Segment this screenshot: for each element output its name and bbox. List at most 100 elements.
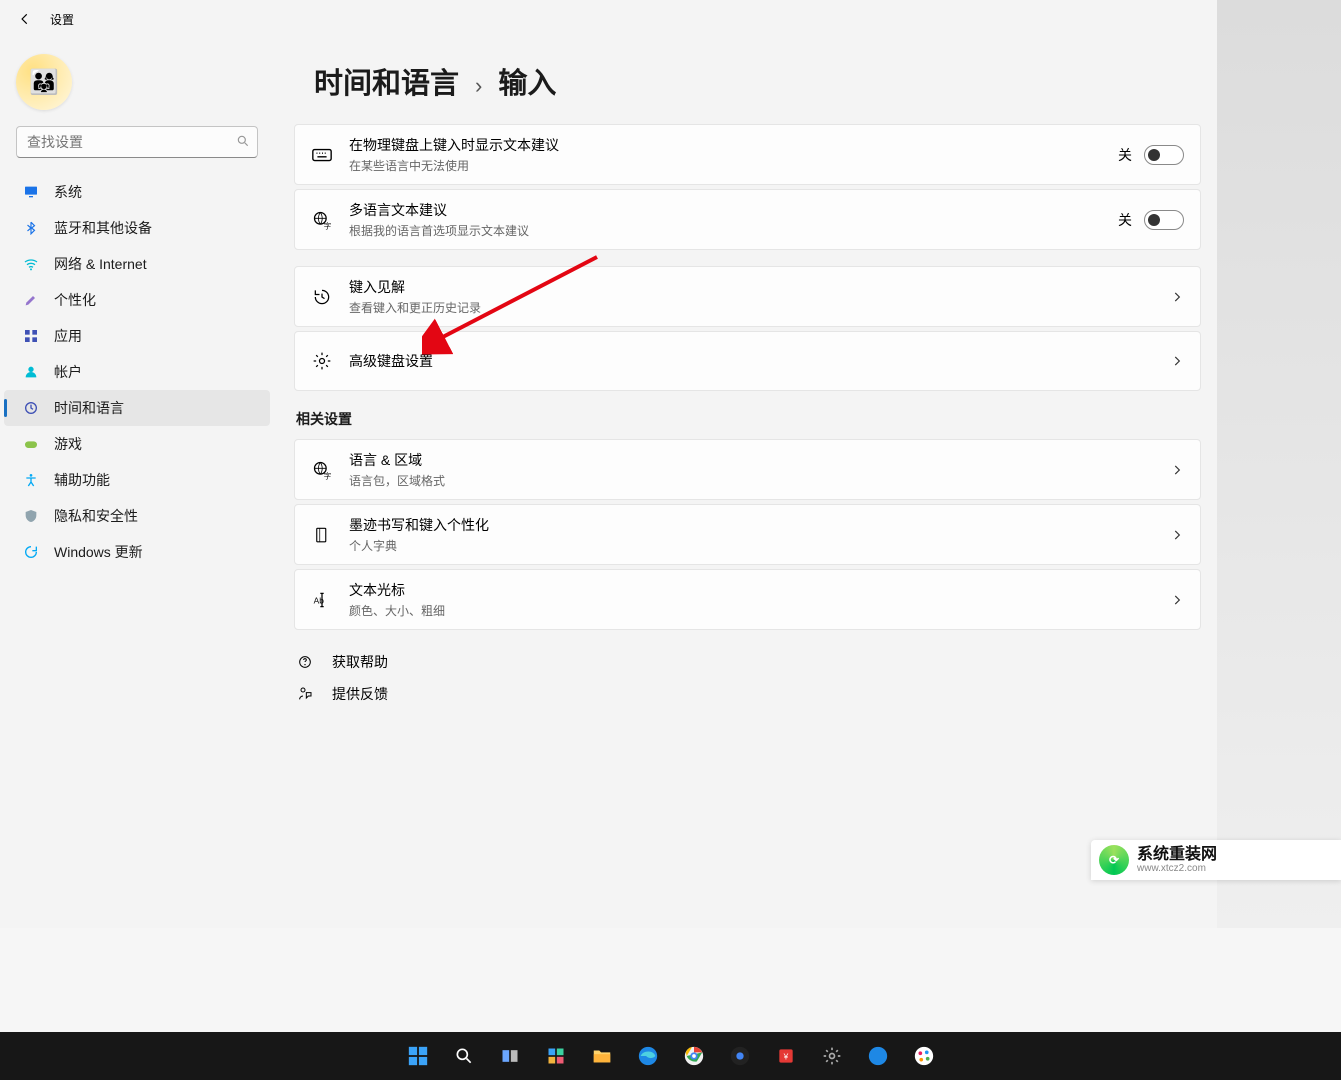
- toggle-state-label: 关: [1118, 210, 1132, 230]
- sidebar-item-personalization[interactable]: 个性化: [4, 282, 270, 318]
- sidebar-item-label: 网络 & Internet: [54, 254, 147, 274]
- app-title: 设置: [50, 11, 74, 28]
- setting-title: 多语言文本建议: [349, 200, 1102, 220]
- watermark-logo-icon: ⟳: [1099, 845, 1129, 875]
- sidebar-item-time-language[interactable]: 时间和语言: [4, 390, 270, 426]
- setting-subtitle: 个人字典: [349, 537, 1154, 554]
- taskbar-browser-button[interactable]: [858, 1036, 898, 1076]
- search-input[interactable]: [16, 126, 258, 158]
- related-language-region[interactable]: 字 语言 & 区域 语言包，区域格式: [294, 439, 1201, 500]
- sidebar-item-label: 辅助功能: [54, 470, 110, 490]
- gamepad-icon: [22, 435, 40, 453]
- breadcrumb-current: 输入: [498, 60, 556, 102]
- taskbar-explorer-button[interactable]: [582, 1036, 622, 1076]
- back-button[interactable]: [6, 0, 44, 38]
- shield-icon: [22, 507, 40, 525]
- gear-icon: [311, 350, 333, 372]
- toggle-switch[interactable]: [1144, 210, 1184, 230]
- svg-text:字: 字: [324, 220, 332, 230]
- taskbar-pinned-app-button[interactable]: ¥: [766, 1036, 806, 1076]
- watermark-title: 系统重装网: [1137, 846, 1217, 864]
- setting-title: 在物理键盘上键入时显示文本建议: [349, 135, 1102, 155]
- monitor-icon: [22, 183, 40, 201]
- account-row[interactable]: 👨‍👩‍👧: [0, 46, 274, 120]
- accessibility-icon: [22, 471, 40, 489]
- taskbar-paint-button[interactable]: [904, 1036, 944, 1076]
- svg-text:Ab: Ab: [314, 595, 325, 605]
- taskbar-start-button[interactable]: [398, 1036, 438, 1076]
- toggle-switch[interactable]: [1144, 145, 1184, 165]
- setting-subtitle: 在某些语言中无法使用: [349, 157, 1102, 174]
- setting-title: 键入见解: [349, 277, 1154, 297]
- taskbar[interactable]: ¥: [0, 1032, 1341, 1080]
- sidebar-item-privacy[interactable]: 隐私和安全性: [4, 498, 270, 534]
- chevron-right-icon: [1170, 354, 1184, 368]
- sidebar-item-system[interactable]: 系统: [4, 174, 270, 210]
- taskbar-settings-button[interactable]: [812, 1036, 852, 1076]
- setting-subtitle: 查看键入和更正历史记录: [349, 299, 1154, 316]
- breadcrumb: 时间和语言 › 输入: [294, 60, 1201, 102]
- setting-title: 墨迹书写和键入个性化: [349, 515, 1154, 535]
- sidebar: 👨‍👩‍👧 系统 蓝牙和其他设备: [0, 38, 274, 928]
- watermark-url: www.xtcz2.com: [1137, 863, 1217, 874]
- setting-title: 语言 & 区域: [349, 450, 1154, 470]
- help-icon: [296, 653, 314, 671]
- taskbar-widgets-button[interactable]: [536, 1036, 576, 1076]
- sidebar-item-gaming[interactable]: 游戏: [4, 426, 270, 462]
- globe-language-icon: 字: [311, 459, 333, 481]
- sidebar-item-accounts[interactable]: 帐户: [4, 354, 270, 390]
- related-inking-personalization[interactable]: 墨迹书写和键入个性化 个人字典: [294, 504, 1201, 565]
- chevron-right-icon: [1170, 528, 1184, 542]
- settings-window: 设置 👨‍👩‍👧 系统 蓝牙和其他设: [0, 0, 1217, 928]
- setting-typing-insights[interactable]: 键入见解 查看键入和更正历史记录: [294, 266, 1201, 327]
- keyboard-icon: [311, 144, 333, 166]
- apps-icon: [22, 327, 40, 345]
- sidebar-item-bluetooth[interactable]: 蓝牙和其他设备: [4, 210, 270, 246]
- clock-globe-icon: [22, 399, 40, 417]
- taskbar-search-button[interactable]: [444, 1036, 484, 1076]
- taskbar-chrome-button[interactable]: [674, 1036, 714, 1076]
- sidebar-item-label: 时间和语言: [54, 398, 124, 418]
- blurred-background-strip: [1217, 0, 1341, 928]
- search-icon: [236, 134, 250, 148]
- wifi-icon: [22, 255, 40, 273]
- sidebar-item-label: 应用: [54, 326, 82, 346]
- sidebar-item-label: Windows 更新: [54, 542, 143, 562]
- chevron-right-icon: [1170, 463, 1184, 477]
- site-watermark: ⟳ 系统重装网 www.xtcz2.com: [1091, 840, 1341, 880]
- content-area: 时间和语言 › 输入 在物理键盘上键入时显示文本建议 在某些语言中无法使用 关: [274, 38, 1217, 928]
- chevron-right-icon: [1170, 593, 1184, 607]
- sidebar-item-label: 帐户: [54, 362, 82, 382]
- sidebar-item-apps[interactable]: 应用: [4, 318, 270, 354]
- avatar: 👨‍👩‍👧: [16, 54, 72, 110]
- setting-title: 文本光标: [349, 580, 1154, 600]
- sidebar-item-label: 隐私和安全性: [54, 506, 138, 526]
- breadcrumb-parent[interactable]: 时间和语言: [314, 60, 459, 102]
- sidebar-item-label: 系统: [54, 182, 82, 202]
- setting-advanced-keyboard[interactable]: 高级键盘设置: [294, 331, 1201, 391]
- sidebar-item-label: 个性化: [54, 290, 96, 310]
- setting-subtitle: 语言包，区域格式: [349, 472, 1154, 489]
- related-text-cursor[interactable]: Ab 文本光标 颜色、大小、粗细: [294, 569, 1201, 630]
- svg-text:¥: ¥: [782, 1051, 788, 1061]
- sidebar-item-network[interactable]: 网络 & Internet: [4, 246, 270, 282]
- link-label: 获取帮助: [332, 652, 388, 672]
- taskbar-task-view-button[interactable]: [490, 1036, 530, 1076]
- taskbar-chrome-dark-button[interactable]: [720, 1036, 760, 1076]
- sidebar-item-label: 游戏: [54, 434, 82, 454]
- sidebar-item-accessibility[interactable]: 辅助功能: [4, 462, 270, 498]
- setting-subtitle: 根据我的语言首选项显示文本建议: [349, 222, 1102, 239]
- breadcrumb-separator-icon: ›: [475, 73, 482, 99]
- toggle-state-label: 关: [1118, 145, 1132, 165]
- paintbrush-icon: [22, 291, 40, 309]
- give-feedback-link[interactable]: 提供反馈: [296, 684, 1201, 704]
- get-help-link[interactable]: 获取帮助: [296, 652, 1201, 672]
- link-label: 提供反馈: [332, 684, 388, 704]
- sidebar-item-windows-update[interactable]: Windows 更新: [4, 534, 270, 570]
- book-icon: [311, 524, 333, 546]
- taskbar-edge-button[interactable]: [628, 1036, 668, 1076]
- text-cursor-icon: Ab: [311, 589, 333, 611]
- feedback-icon: [296, 685, 314, 703]
- setting-multilingual-suggestions[interactable]: 字 多语言文本建议 根据我的语言首选项显示文本建议 关: [294, 189, 1201, 250]
- setting-text-suggestions[interactable]: 在物理键盘上键入时显示文本建议 在某些语言中无法使用 关: [294, 124, 1201, 185]
